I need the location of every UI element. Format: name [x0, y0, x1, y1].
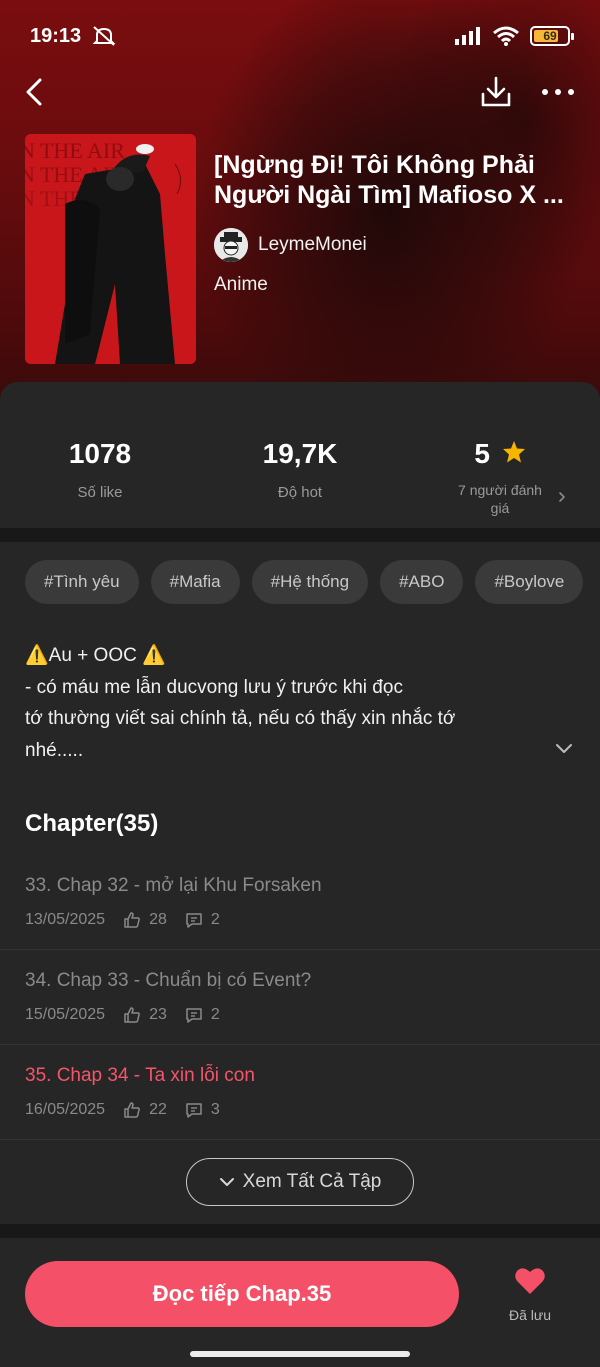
description-line: nhé.....: [25, 739, 84, 761]
section-divider: [0, 528, 600, 542]
chapter-likes: 28: [149, 911, 167, 928]
tag-chip[interactable]: #Boylove: [475, 560, 584, 604]
likes-count: 1078: [68, 438, 132, 469]
rating-stat[interactable]: 5: [400, 438, 600, 470]
chapter-comments: 2: [210, 911, 220, 928]
comment-icon: [186, 1103, 202, 1118]
story-description: ⚠️Au + OOC ⚠️ - có máu me lẫn ducvong lư…: [25, 640, 545, 766]
see-all-label: Xem Tất Cả Tập: [242, 1171, 382, 1192]
chapter-likes: 23: [149, 1006, 167, 1023]
story-title: [Ngừng Đi! Tôi Không Phải Người Ngài Tìm…: [214, 150, 584, 210]
status-time: 19:13: [30, 24, 82, 47]
chapter-item[interactable]: 34. Chap 33 - Chuẩn bị có Event? 15/05/2…: [0, 950, 600, 1045]
chapter-meta: 13/05/2025 28 2: [25, 911, 220, 929]
battery-icon: 69: [530, 26, 574, 46]
comment-icon: [186, 1008, 202, 1023]
chapter-comments: 3: [210, 1101, 220, 1118]
heart-icon: [515, 1268, 545, 1294]
chapter-meta: 16/05/2025 22 3: [25, 1101, 220, 1119]
tag-chip[interactable]: #Tình yêu: [25, 560, 139, 604]
likes-stat: 1078 Số like: [0, 438, 200, 501]
chevron-right-icon[interactable]: [556, 491, 568, 503]
story-title-line-1: [Ngừng Đi! Tôi Không Phải: [214, 151, 535, 179]
back-icon[interactable]: [20, 74, 50, 110]
wifi-icon: [493, 26, 519, 46]
rating-value: 5: [474, 438, 490, 469]
chapter-date: 13/05/2025: [25, 911, 106, 928]
hot-label: Độ hot: [277, 484, 323, 501]
chapter-item-current[interactable]: 35. Chap 34 - Ta xin lỗi con 16/05/2025 …: [0, 1045, 600, 1140]
star-icon: [502, 441, 525, 463]
tag-chip[interactable]: #Hệ thống: [251, 560, 369, 604]
author-link[interactable]: LeymeMonei: [214, 228, 367, 262]
rating-label[interactable]: 7 người đánh giá: [450, 481, 550, 517]
description-line: - có máu me lẫn ducvong lưu ý trước khi …: [25, 676, 403, 698]
chapter-title[interactable]: 33. Chap 32 - mở lại Khu Forsaken: [25, 875, 322, 897]
hot-stat: 19,7K Độ hot: [200, 438, 400, 501]
chapter-meta: 15/05/2025 23 2: [25, 1006, 220, 1024]
cover-art: N THE AIR N THE AIR N THE AIR: [25, 134, 196, 364]
thumbs-up-icon: [124, 912, 140, 928]
description-line: ⚠️Au + OOC ⚠️: [25, 645, 166, 666]
battery-level: 69: [543, 29, 557, 43]
hot-count: 19,7K: [262, 438, 338, 469]
chapter-date: 16/05/2025: [25, 1101, 106, 1118]
author-name[interactable]: LeymeMonei: [258, 234, 367, 256]
section-divider: [0, 1224, 600, 1238]
thumbs-up-icon: [124, 1007, 140, 1023]
story-cover[interactable]: N THE AIR N THE AIR N THE AIR: [25, 134, 196, 364]
chapter-title[interactable]: 35. Chap 34 - Ta xin lỗi con: [25, 1065, 255, 1087]
likes-label: Số like: [77, 484, 123, 501]
signal-icon: [455, 27, 480, 45]
status-bar: 19:13 69: [0, 0, 600, 72]
saved-button[interactable]: Đã lưu: [500, 1266, 560, 1323]
tag-list: #Tình yêu #Mafia #Hệ thống #ABO #Boylove: [25, 560, 584, 604]
chapter-date: 15/05/2025: [25, 1006, 106, 1023]
chevron-down-icon: [219, 1178, 234, 1186]
svg-text:N THE AIR: N THE AIR: [25, 138, 125, 163]
chapter-item[interactable]: 33. Chap 32 - mở lại Khu Forsaken 13/05/…: [0, 855, 600, 950]
author-avatar[interactable]: [214, 228, 248, 262]
tag-chip[interactable]: #Mafia: [150, 560, 240, 604]
chapters-heading: Chapter(35): [25, 810, 159, 837]
more-options-icon[interactable]: [538, 74, 578, 110]
story-genre[interactable]: Anime: [214, 274, 268, 296]
see-all-chapters-button[interactable]: Xem Tất Cả Tập: [186, 1158, 414, 1206]
mute-notification-icon: [92, 26, 116, 46]
tag-chip[interactable]: #ABO: [380, 560, 464, 604]
chapter-likes: 22: [149, 1101, 167, 1118]
chapter-title[interactable]: 34. Chap 33 - Chuẩn bị có Event?: [25, 970, 311, 992]
saved-label: Đã lưu: [508, 1307, 552, 1323]
expand-description-icon[interactable]: [554, 742, 574, 756]
home-indicator[interactable]: [190, 1351, 410, 1357]
chapter-comments: 2: [210, 1006, 220, 1023]
description-line: tớ thường viết sai chính tả, nếu có thấy…: [25, 708, 456, 729]
thumbs-up-icon: [124, 1102, 140, 1118]
story-title-line-2: Người Ngài Tìm] Mafioso X ...: [214, 181, 564, 209]
download-icon[interactable]: [478, 74, 514, 110]
continue-reading-button[interactable]: Đọc tiếp Chap.35: [25, 1261, 459, 1327]
comment-icon: [186, 913, 202, 928]
top-nav: [0, 70, 600, 114]
